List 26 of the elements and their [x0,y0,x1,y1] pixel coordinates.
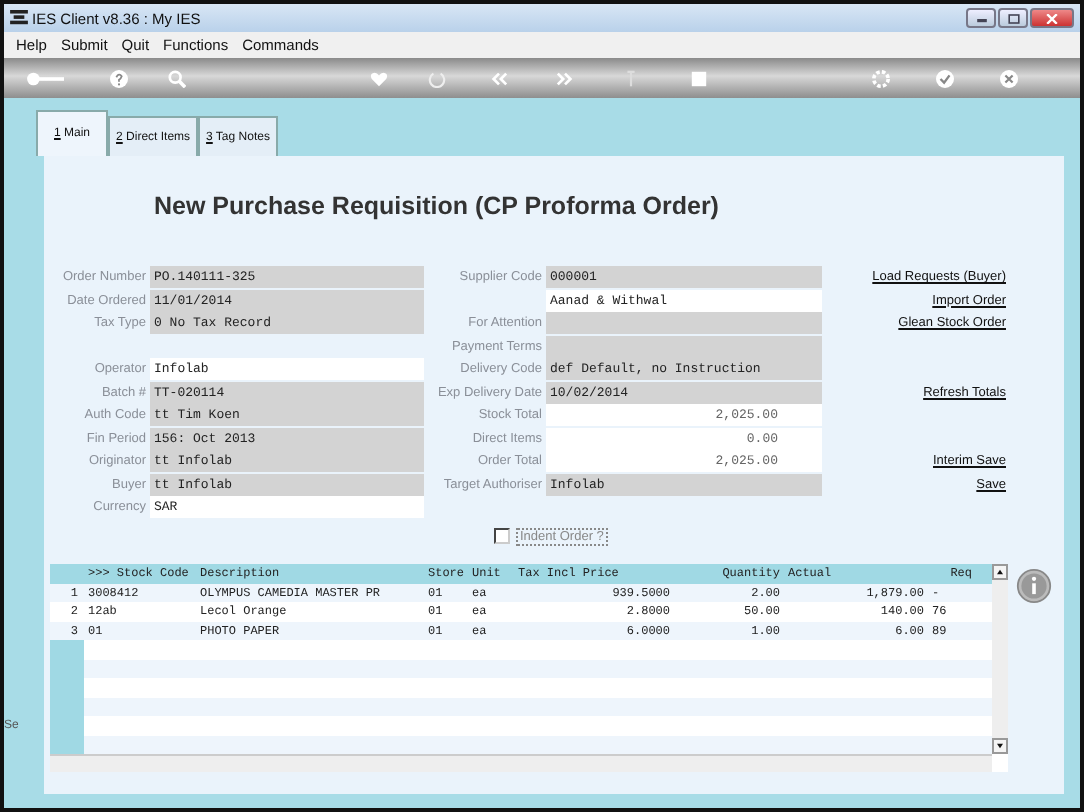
key-icon[interactable] [24,69,68,87]
form-heading: New Purchase Requisition (CP Proforma Order) [154,192,721,220]
minimize-button[interactable] [966,8,996,28]
vertical-scrollbar[interactable] [992,563,1008,753]
maximize-icon [1005,13,1021,23]
stop-icon[interactable] [690,69,708,87]
help-icon[interactable] [110,69,128,87]
maximize-button[interactable] [998,8,1028,28]
scroll-down-icon[interactable] [992,737,1008,753]
refresh-icon[interactable] [428,69,446,87]
minimize-icon [973,13,989,23]
heart-icon[interactable] [370,69,388,87]
checkbox[interactable] [494,528,510,544]
search-icon[interactable] [168,69,186,87]
close-button[interactable] [1030,8,1074,28]
scroll-up-icon[interactable] [992,563,1008,579]
pin-icon[interactable] [622,69,640,87]
close-icon [1044,13,1060,23]
input-field[interactable] [546,335,822,357]
app-icon [10,10,28,26]
close-icon[interactable] [1000,69,1018,87]
check-icon[interactable] [936,69,954,87]
gear-icon[interactable] [872,69,890,87]
rewind-icon[interactable] [490,69,508,87]
fast-forward-icon[interactable] [556,69,574,87]
input-field[interactable] [546,312,822,334]
